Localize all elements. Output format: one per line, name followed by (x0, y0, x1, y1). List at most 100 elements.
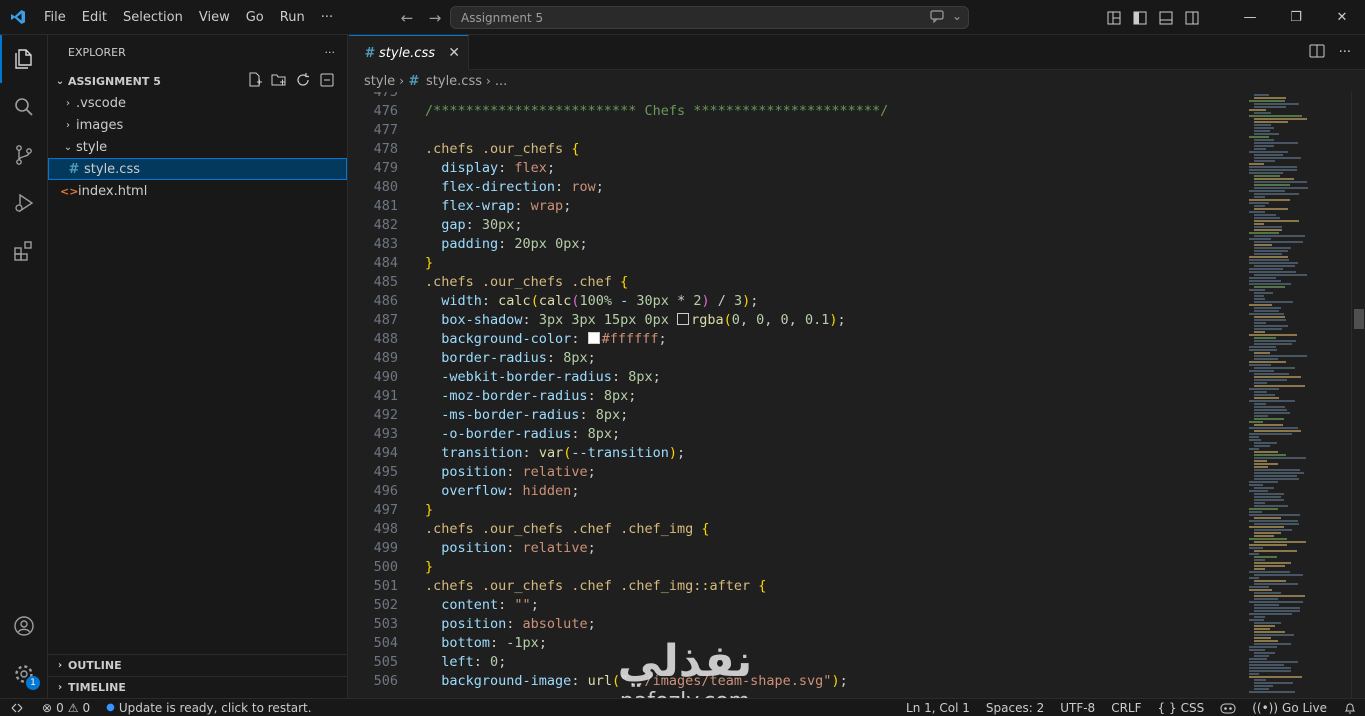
code-line[interactable]: 495 position: relative; (349, 463, 1249, 482)
source-control-icon[interactable] (0, 131, 48, 179)
search-icon[interactable] (0, 83, 48, 131)
menu-run[interactable]: Run (272, 0, 313, 35)
code-line[interactable]: 500} (349, 558, 1249, 577)
refresh-icon[interactable] (295, 72, 311, 88)
code-line[interactable]: 505 left: 0; (349, 653, 1249, 672)
manage-gear-icon[interactable]: 1 (0, 650, 48, 698)
code-line[interactable]: 494 transition: var(--transition); (349, 444, 1249, 463)
menu-edit[interactable]: Edit (74, 0, 115, 35)
code-line[interactable]: 487 box-shadow: 3px 3px 15px 0px rgba(0,… (349, 311, 1249, 330)
tree-folder-style[interactable]: ⌄ style (48, 136, 347, 158)
code-line[interactable]: 481 flex-wrap: wrap; (349, 197, 1249, 216)
code-line[interactable]: 475 (349, 92, 1249, 102)
notifications-bell-icon[interactable] (1335, 699, 1365, 716)
copilot-chat-icon[interactable] (930, 9, 944, 26)
minimap[interactable] (1249, 92, 1351, 698)
code-line[interactable]: 497} (349, 501, 1249, 520)
menu-more[interactable]: ··· (313, 0, 341, 35)
split-editor-icon[interactable] (1309, 43, 1325, 63)
code-line[interactable]: 496 overflow: hidden; (349, 482, 1249, 501)
extensions-icon[interactable] (0, 227, 48, 275)
new-folder-icon[interactable] (271, 72, 287, 88)
minimap-line (1249, 334, 1297, 336)
menu-selection[interactable]: Selection (115, 0, 191, 35)
forward-arrow-icon[interactable]: → (424, 7, 446, 29)
code-line[interactable]: 483 padding: 20px 0px; (349, 235, 1249, 254)
tab-style-css[interactable]: # style.css ✕ (349, 35, 469, 70)
tree-file-style-css[interactable]: # style.css (48, 158, 347, 180)
toggle-panel-icon[interactable] (1157, 9, 1175, 27)
customize-layout-icon[interactable] (1105, 9, 1123, 27)
collapse-all-icon[interactable] (319, 72, 335, 88)
code-line[interactable]: 491 -moz-border-radius: 8px; (349, 387, 1249, 406)
menu-file[interactable]: File (36, 0, 74, 35)
run-debug-icon[interactable] (0, 179, 48, 227)
timeline-section[interactable]: › TIMELINE (48, 676, 347, 698)
code-line[interactable]: 478 .chefs .our_chefs { (349, 140, 1249, 159)
code-line[interactable]: 479 display: flex; (349, 159, 1249, 178)
minimap-line (1254, 529, 1292, 531)
menu-go[interactable]: Go (238, 0, 272, 35)
code-line[interactable]: 482 gap: 30px; (349, 216, 1249, 235)
code-line[interactable]: 490 -webkit-border-radius: 8px; (349, 368, 1249, 387)
code-line[interactable]: 489 border-radius: 8px; (349, 349, 1249, 368)
tree-item-label: .vscode (76, 95, 126, 111)
menu-view[interactable]: View (191, 0, 238, 35)
minimap-line (1254, 442, 1277, 444)
tree-file-index-html[interactable]: <> index.html (48, 180, 347, 202)
close-window-icon[interactable]: ✕ (1319, 0, 1365, 35)
code-line[interactable]: 504 bottom: -1px; (349, 634, 1249, 653)
code-line[interactable]: 492 -ms-border-radius: 8px; (349, 406, 1249, 425)
code-line[interactable]: 488 background-color: #ffffff; (349, 330, 1249, 349)
code-line[interactable]: 506 background-image: url("../images/tea… (349, 672, 1249, 691)
outline-section[interactable]: › OUTLINE (48, 654, 347, 676)
code-line[interactable]: 477 (349, 121, 1249, 140)
code-line[interactable]: 499 position: relative; (349, 539, 1249, 558)
code-line[interactable]: 486 width: calc(calc(100% - 30px * 2) / … (349, 292, 1249, 311)
code-line[interactable]: 484} (349, 254, 1249, 273)
tree-folder-images[interactable]: › images (48, 114, 347, 136)
more-actions-icon[interactable]: ··· (1339, 45, 1351, 60)
problems-indicator[interactable]: ⊗ 0 ⚠ 0 (34, 699, 98, 716)
close-icon[interactable]: ✕ (448, 45, 460, 61)
code-editor[interactable]: 475 476 /************************* Chefs *… (349, 92, 1249, 698)
go-live-button[interactable]: ((•)) Go Live (1244, 699, 1335, 716)
code-line[interactable]: 476 /************************* Chefs ****… (349, 102, 1249, 121)
encoding[interactable]: UTF-8 (1052, 699, 1103, 716)
breadcrumb-folder[interactable]: style (364, 74, 395, 89)
code-line[interactable]: 501 .chefs .our_chefs .chef .chef_img::af… (349, 577, 1249, 596)
restore-icon[interactable]: ❐ (1273, 0, 1319, 35)
code-line[interactable]: 485 .chefs .our_chefs .chef { (349, 273, 1249, 292)
breadcrumb-file[interactable]: style.css (426, 74, 482, 89)
code-line[interactable]: 498 .chefs .our_chefs .chef .chef_img { (349, 520, 1249, 539)
indentation[interactable]: Spaces: 2 (978, 699, 1052, 716)
language-mode[interactable]: { } CSS (1150, 699, 1213, 716)
breadcrumb-symbol[interactable]: ... (495, 74, 507, 89)
code-line[interactable]: 480 flex-direction: row; (349, 178, 1249, 197)
minimize-icon[interactable]: — (1227, 0, 1273, 35)
remote-icon[interactable] (0, 699, 34, 716)
cursor-position[interactable]: Ln 1, Col 1 (898, 699, 978, 716)
accounts-icon[interactable] (0, 602, 48, 650)
explorer-more-actions[interactable]: ··· (325, 46, 336, 59)
toggle-primary-sidebar-icon[interactable] (1131, 9, 1149, 27)
minimap-line (1254, 319, 1286, 321)
update-notification[interactable]: ● Update is ready, click to restart. (98, 699, 319, 716)
workspace-section[interactable]: ⌄ ASSIGNMENT 5 (48, 70, 347, 92)
copilot-status-icon[interactable] (1212, 699, 1244, 716)
code-line[interactable]: 502 content: ""; (349, 596, 1249, 615)
new-file-icon[interactable] (247, 72, 263, 88)
editor-scrollbar[interactable] (1351, 92, 1365, 698)
tree-folder-vscode[interactable]: › .vscode (48, 92, 347, 114)
scrollbar-thumb[interactable] (1354, 309, 1364, 329)
code-line[interactable]: 493 -o-border-radius: 8px; (349, 425, 1249, 444)
explorer-icon[interactable] (0, 35, 48, 83)
command-center-search[interactable]: Assignment 5 ⌄ (450, 6, 969, 29)
code-line[interactable]: 503 position: absolute; (349, 615, 1249, 634)
back-arrow-icon[interactable]: ← (396, 7, 418, 29)
line-text: position: relative; (425, 540, 596, 556)
end-of-line[interactable]: CRLF (1103, 699, 1149, 716)
chevron-down-icon[interactable]: ⌄ (952, 9, 962, 26)
line-number: 505 (373, 654, 398, 670)
toggle-secondary-sidebar-icon[interactable] (1183, 9, 1201, 27)
